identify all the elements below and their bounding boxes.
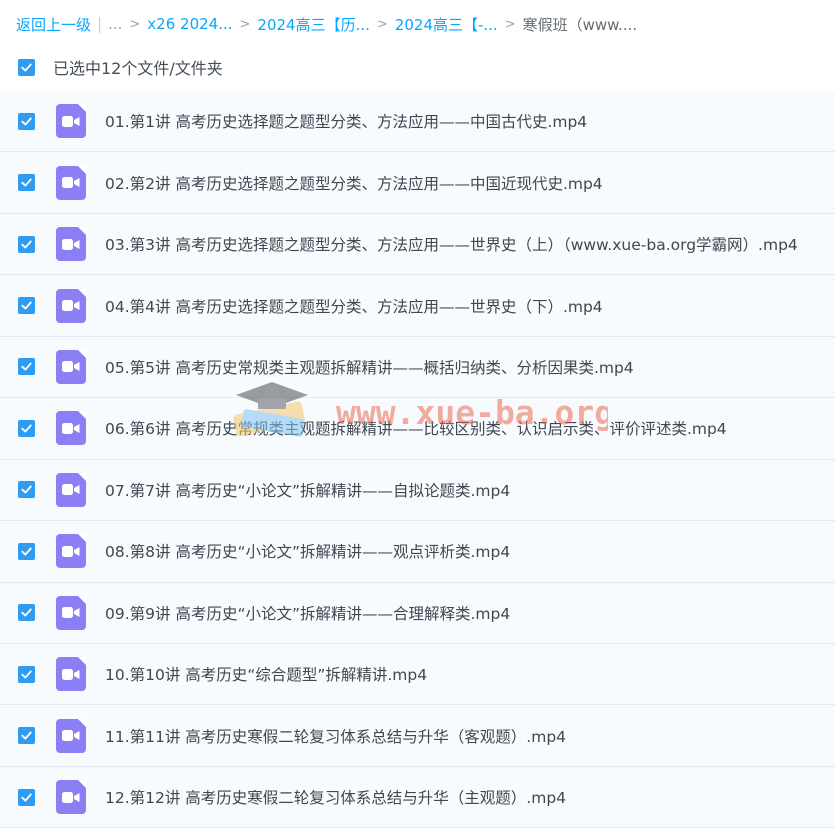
checkmark-icon (21, 363, 32, 371)
video-camera-icon (62, 607, 80, 619)
video-file-icon (56, 657, 86, 692)
file-row[interactable]: 05.第5讲 高考历史常规类主观题拆解精讲——概括归纳类、分析因果类.mp4 (0, 336, 835, 399)
breadcrumb: 返回上一级 | ... > x26 2024... > 2024高三【历... … (16, 12, 826, 36)
video-camera-icon (62, 115, 80, 127)
video-file-icon (56, 165, 86, 200)
file-checkbox[interactable] (18, 665, 35, 683)
video-camera-icon (62, 238, 80, 250)
chevron-right-icon: > (239, 16, 251, 32)
video-camera-icon (62, 300, 80, 312)
video-camera-icon (62, 177, 80, 189)
file-name[interactable]: 11.第11讲 高考历史寒假二轮复习体系总结与升华（客观题）.mp4 (105, 725, 566, 747)
breadcrumb-current: 寒假班（www.... (522, 15, 638, 34)
select-all-checkbox[interactable] (18, 58, 35, 76)
checkmark-icon (21, 240, 32, 249)
selection-count-label: 已选中12个文件/文件夹 (53, 59, 223, 78)
checkmark-icon (21, 117, 32, 126)
checkmark-icon (21, 670, 32, 679)
video-file-icon (56, 718, 86, 753)
file-name[interactable]: 07.第7讲 高考历史“小论文”拆解精讲——自拟论题类.mp4 (105, 479, 510, 501)
video-file-icon (56, 780, 86, 815)
file-row[interactable]: 03.第3讲 高考历史选择题之题型分类、方法应用——世界史（上）（www.xue… (0, 213, 835, 276)
video-file-icon (56, 349, 86, 384)
file-checkbox[interactable] (18, 604, 35, 622)
file-checkbox[interactable] (18, 788, 35, 806)
file-row[interactable]: 07.第7讲 高考历史“小论文”拆解精讲——自拟论题类.mp4 (0, 459, 835, 522)
file-checkbox[interactable] (18, 174, 35, 192)
file-row[interactable]: 12.第12讲 高考历史寒假二轮复习体系总结与升华（主观题）.mp4 (0, 766, 835, 828)
file-row[interactable]: 06.第6讲 高考历史常规类主观题拆解精讲——比较区别类、认识启示类、评价评述类… (0, 398, 835, 460)
file-row[interactable]: 01.第1讲 高考历史选择题之题型分类、方法应用——中国古代史.mp4 (0, 91, 835, 153)
select-all-bar: 已选中12个文件/文件夹 (18, 56, 223, 78)
video-camera-icon (62, 484, 80, 496)
file-checkbox[interactable] (18, 358, 35, 376)
file-name[interactable]: 04.第4讲 高考历史选择题之题型分类、方法应用——世界史（下）.mp4 (105, 295, 603, 317)
file-checkbox[interactable] (18, 235, 35, 253)
file-row[interactable]: 10.第10讲 高考历史“综合题型”拆解精讲.mp4 (0, 643, 835, 706)
breadcrumb-item-2[interactable]: 2024高三【历... (257, 14, 369, 35)
breadcrumb-item-3[interactable]: 2024高三【-... (395, 14, 498, 35)
checkmark-icon (21, 608, 32, 617)
file-row[interactable]: 09.第9讲 高考历史“小论文”拆解精讲——合理解释类.mp4 (0, 582, 835, 644)
checkmark-icon (21, 793, 32, 802)
breadcrumb-divider: | (97, 15, 103, 33)
file-name[interactable]: 10.第10讲 高考历史“综合题型”拆解精讲.mp4 (105, 663, 427, 685)
checkmark-icon (21, 178, 32, 187)
file-row[interactable]: 11.第11讲 高考历史寒假二轮复习体系总结与升华（客观题）.mp4 (0, 705, 835, 767)
chevron-right-icon: > (504, 16, 516, 32)
video-file-icon (56, 595, 86, 630)
video-camera-icon (62, 361, 80, 373)
video-camera-icon (62, 422, 80, 434)
file-name[interactable]: 09.第9讲 高考历史“小论文”拆解精讲——合理解释类.mp4 (105, 602, 510, 624)
video-camera-icon (62, 545, 80, 557)
video-file-icon (56, 534, 86, 569)
video-file-icon (56, 411, 86, 446)
file-checkbox[interactable] (18, 727, 35, 745)
back-link[interactable]: 返回上一级 (16, 14, 91, 35)
file-row[interactable]: 02.第2讲 高考历史选择题之题型分类、方法应用——中国近现代史.mp4 (0, 152, 835, 214)
checkmark-icon (21, 63, 32, 71)
file-name[interactable]: 03.第3讲 高考历史选择题之题型分类、方法应用——世界史（上）（www.xue… (105, 233, 798, 255)
file-checkbox[interactable] (18, 419, 35, 437)
file-name[interactable]: 01.第1讲 高考历史选择题之题型分类、方法应用——中国古代史.mp4 (105, 110, 587, 132)
file-checkbox[interactable] (18, 481, 35, 499)
video-file-icon (56, 104, 86, 139)
file-name[interactable]: 05.第5讲 高考历史常规类主观题拆解精讲——概括归纳类、分析因果类.mp4 (105, 356, 634, 378)
video-file-icon (56, 288, 86, 323)
file-name[interactable]: 12.第12讲 高考历史寒假二轮复习体系总结与升华（主观题）.mp4 (105, 786, 566, 808)
video-camera-icon (62, 791, 80, 803)
breadcrumb-item-1[interactable]: x26 2024... (147, 15, 232, 33)
file-checkbox[interactable] (18, 297, 35, 315)
checkmark-icon (21, 731, 32, 740)
chevron-right-icon: > (376, 16, 388, 32)
checkmark-icon (21, 547, 32, 556)
file-name[interactable]: 06.第6讲 高考历史常规类主观题拆解精讲——比较区别类、认识启示类、评价评述类… (105, 417, 727, 439)
video-file-icon (56, 472, 86, 507)
checkmark-icon (21, 485, 32, 494)
file-row[interactable]: 04.第4讲 高考历史选择题之题型分类、方法应用——世界史（下）.mp4 (0, 275, 835, 337)
checkmark-icon (21, 301, 32, 310)
file-checkbox[interactable] (18, 112, 35, 130)
video-camera-icon (62, 668, 80, 680)
file-name[interactable]: 08.第8讲 高考历史“小论文”拆解精讲——观点评析类.mp4 (105, 540, 510, 562)
video-camera-icon (62, 730, 80, 742)
breadcrumb-ellipsis[interactable]: ... (108, 15, 122, 33)
file-row[interactable]: 08.第8讲 高考历史“小论文”拆解精讲——观点评析类.mp4 (0, 521, 835, 583)
file-checkbox[interactable] (18, 542, 35, 560)
checkmark-icon (21, 424, 32, 433)
video-file-icon (56, 227, 86, 262)
file-list: 01.第1讲 高考历史选择题之题型分类、方法应用——中国古代史.mp4 02.第2… (0, 91, 835, 828)
chevron-right-icon: > (129, 16, 141, 32)
file-name[interactable]: 02.第2讲 高考历史选择题之题型分类、方法应用——中国近现代史.mp4 (105, 172, 603, 194)
